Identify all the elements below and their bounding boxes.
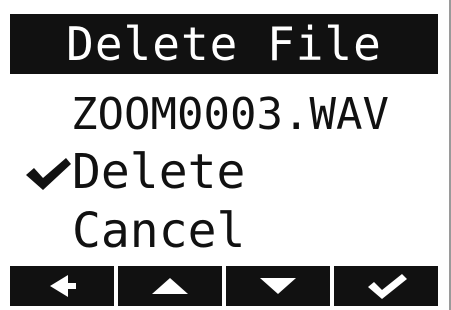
arrow-up-icon bbox=[152, 278, 188, 294]
page-title: Delete File bbox=[66, 17, 382, 71]
file-name-label: ZOOM0003.WAV bbox=[71, 89, 389, 140]
left-button[interactable] bbox=[10, 266, 114, 306]
menu-item-delete[interactable]: Delete bbox=[10, 144, 430, 200]
enter-button[interactable] bbox=[334, 266, 438, 306]
menu-item-label: Delete bbox=[72, 144, 246, 200]
title-bar: Delete File bbox=[10, 14, 438, 74]
soft-key-bar bbox=[10, 266, 438, 306]
device-screen: Delete File ZOOM0003.WAV Delete Cancel bbox=[0, 0, 451, 310]
down-button[interactable] bbox=[226, 266, 330, 306]
up-button[interactable] bbox=[118, 266, 222, 306]
check-icon bbox=[368, 274, 407, 299]
menu-item-cancel[interactable]: Cancel bbox=[10, 203, 430, 259]
arrow-left-icon bbox=[50, 275, 76, 297]
arrow-down-icon bbox=[260, 278, 296, 294]
menu-item-label: Cancel bbox=[72, 203, 246, 259]
selected-check-icon bbox=[26, 158, 71, 190]
